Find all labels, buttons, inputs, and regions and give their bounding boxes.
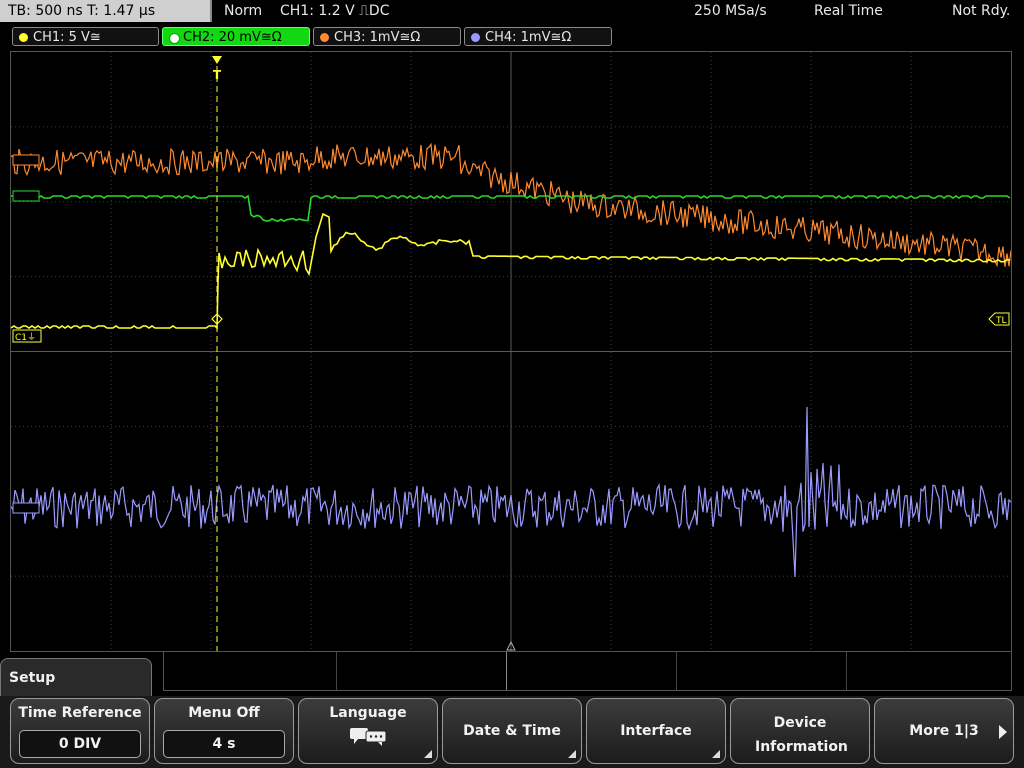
interface-button[interactable]: Interface <box>586 698 726 764</box>
ch2-color-dot <box>169 33 180 44</box>
ch1-ground-label: C1⏚ <box>15 332 36 343</box>
softkey-label: Date & Time <box>463 723 561 739</box>
graticule <box>11 52 1011 651</box>
language-button[interactable]: Language <box>298 698 438 764</box>
channel-label: CH4: 1mV≅Ω <box>485 30 572 45</box>
softkey-label: Language <box>329 705 407 721</box>
submenu-indicator-icon <box>568 750 576 758</box>
date-time-button[interactable]: Date & Time <box>442 698 582 764</box>
trigger-source[interactable]: CH1: 1.2 V ⎍DC <box>280 0 389 22</box>
ch1-color-dot <box>19 33 28 42</box>
time-reference-value: 0 DIV <box>19 730 141 758</box>
channel-bar: CH1: 5 V≅ CH2: 20 mV≅Ω CH3: 1mV≅Ω CH4: 1… <box>0 26 1024 48</box>
waveform-display[interactable]: T C1⏚ TL <box>10 51 1012 652</box>
trigger-position-marker[interactable] <box>212 56 222 64</box>
waveform-canvas: T C1⏚ TL <box>11 52 1011 651</box>
menu-off-value: 4 s <box>163 730 285 758</box>
status-bar: TB: 500 ns T: 1.47 μs Norm CH1: 1.2 V ⎍D… <box>0 0 1024 24</box>
softkey-label: Interface <box>620 723 692 739</box>
softkey-label: Time Reference <box>18 705 142 721</box>
channel-tab-ch3[interactable]: CH3: 1mV≅Ω <box>313 27 461 46</box>
ch3-offset-marker[interactable] <box>12 154 40 166</box>
divider <box>336 652 337 690</box>
timebase-readout[interactable]: TB: 500 ns T: 1.47 μs <box>0 0 212 22</box>
speech-bubble-icon <box>350 728 387 746</box>
trigger-level-label: TL <box>995 316 1007 326</box>
trigger-state: Not Rdy. <box>952 3 1011 19</box>
ch3-color-dot <box>320 33 329 42</box>
menu-off-button[interactable]: Menu Off 4 s <box>154 698 294 764</box>
more-button[interactable]: More 1|3 <box>874 698 1014 764</box>
divider <box>846 652 847 690</box>
device-information-button[interactable]: Device Information <box>730 698 870 764</box>
softkey-label: Device Information <box>755 715 848 755</box>
sample-rate: 250 MSa/s <box>694 3 767 19</box>
ch4-color-dot <box>471 33 480 42</box>
divider <box>506 652 507 690</box>
menu-title-tab: Setup <box>0 658 152 698</box>
ch2-offset-marker[interactable] <box>12 190 40 202</box>
channel-tab-ch1[interactable]: CH1: 5 V≅ <box>12 27 159 46</box>
channel-label: CH2: 20 mV≅Ω <box>183 30 282 45</box>
next-page-arrow-icon <box>999 725 1007 739</box>
info-strip <box>163 652 1012 691</box>
trigger-t-label: T <box>213 68 222 82</box>
trigger-mode[interactable]: Norm <box>224 0 262 22</box>
softkey-label: Menu Off <box>188 705 260 721</box>
ch4-offset-marker[interactable] <box>12 502 40 514</box>
channel-label: CH1: 5 V≅ <box>33 30 101 45</box>
softkey-label: More 1|3 <box>909 723 979 739</box>
channel-label: CH3: 1mV≅Ω <box>334 30 421 45</box>
time-reference-button[interactable]: Time Reference 0 DIV <box>10 698 150 764</box>
acquisition-mode: Real Time <box>814 3 883 19</box>
submenu-indicator-icon <box>424 750 432 758</box>
channel-tab-ch4[interactable]: CH4: 1mV≅Ω <box>464 27 612 46</box>
channel-tab-ch2[interactable]: CH2: 20 mV≅Ω <box>162 27 310 46</box>
submenu-indicator-icon <box>712 750 720 758</box>
divider <box>676 652 677 690</box>
